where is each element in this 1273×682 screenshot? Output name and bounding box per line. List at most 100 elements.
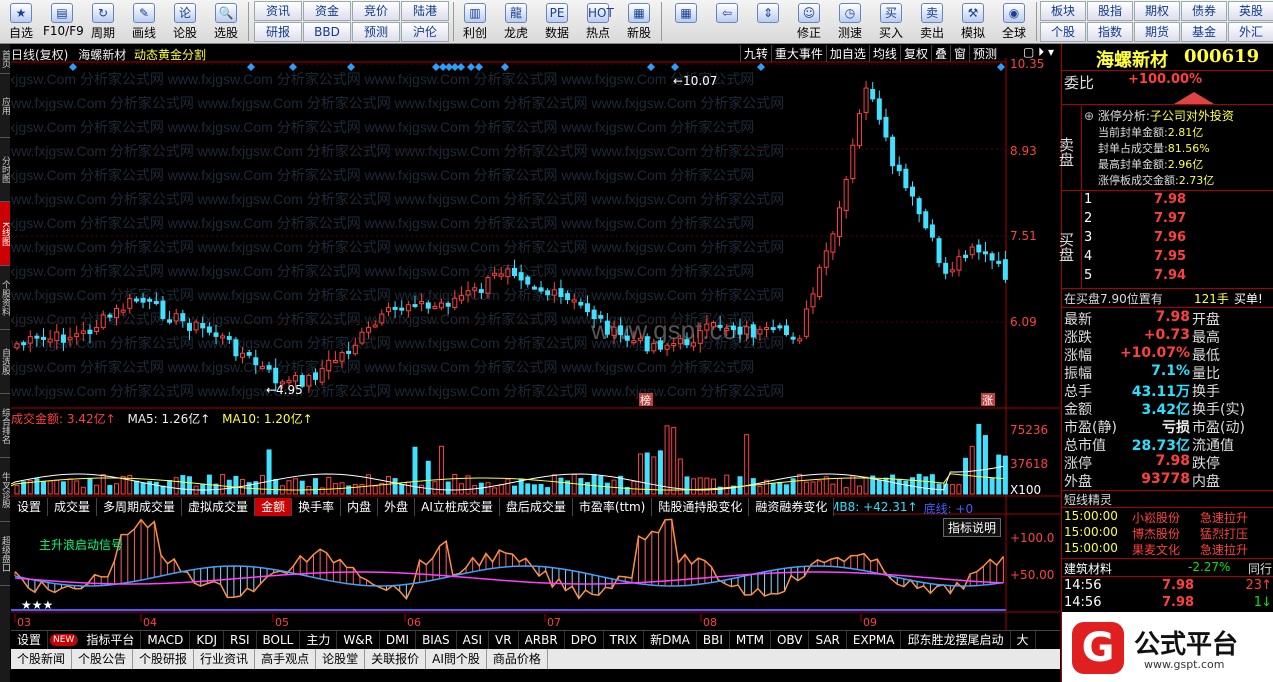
left-tab-8[interactable]: 超级盘口	[0, 522, 10, 586]
indicator-7[interactable]: DMI	[380, 631, 417, 649]
toolbar-c-7[interactable]: ⚒ 模拟	[954, 1, 992, 42]
collapse-arrow-icon[interactable]	[1174, 92, 1214, 104]
toolbar-b-1[interactable]: 龍龙虎	[497, 1, 535, 42]
toolbar-c-6[interactable]: 卖卖出	[913, 1, 951, 42]
subchart-tab-12[interactable]: 融资融券变化	[749, 498, 835, 516]
nav-item-2[interactable]: 个股研报	[133, 649, 195, 669]
toolbar-c-3[interactable]: ☺ 修正	[790, 1, 828, 42]
toolbar-b-4[interactable]: ▦ 新股	[620, 1, 658, 42]
lock-icon[interactable]: ▢	[1023, 45, 1034, 59]
chart-canvas[interactable]: www.fxjgsw.Com 分析家公式网 www.fxjgsw.Com 分析家…	[11, 44, 1060, 630]
back-arrow-button[interactable]: ⇦	[708, 1, 746, 42]
nav-item-4[interactable]: 高手观点	[255, 649, 317, 669]
subchart-tab-1[interactable]: 成交量	[48, 498, 98, 516]
subchart-tab-4[interactable]: 金额	[255, 498, 293, 516]
shortcut-6[interactable]: 预测	[352, 22, 400, 42]
nav-item-7[interactable]: AI問个股	[426, 649, 487, 669]
subchart-tab-2[interactable]: 多周期成交量	[97, 498, 183, 516]
bid-level-1[interactable]: 1 7.98	[1084, 192, 1272, 211]
subchart-tab-0[interactable]: 设置	[11, 498, 49, 516]
toolbar-b-0[interactable]: ▥ 利创	[456, 1, 494, 42]
chart-menu-1[interactable]: 重大事件	[770, 45, 826, 62]
shortcut-1[interactable]: 资金	[303, 1, 351, 21]
indicator-13[interactable]: TRIX	[604, 631, 645, 649]
chart-menu-2[interactable]: 加自选	[825, 45, 869, 62]
left-tab-1[interactable]: 应用	[0, 74, 10, 138]
indicator-10[interactable]: VR	[489, 631, 519, 649]
indicator-21[interactable]: 大	[1011, 631, 1036, 649]
bid-level-4[interactable]: 4 7.95	[1084, 249, 1272, 268]
market-6[interactable]: 指数	[1087, 22, 1133, 42]
left-tab-0[interactable]: 首页	[0, 44, 10, 74]
toolbar-a-1[interactable]: ▤ F10/F9	[43, 1, 84, 42]
indicator-9[interactable]: ASI	[457, 631, 490, 649]
chart-menu-3[interactable]: 均线	[868, 45, 900, 62]
left-tab-7[interactable]: 牛叉诊股	[0, 458, 10, 522]
toolbar-a-5[interactable]: 🔍 选股	[207, 1, 245, 42]
short-row-0[interactable]: 15:00:00 小崧股份 急速拉升	[1062, 509, 1273, 525]
subchart-tab-11[interactable]: 陆股通持股变化	[652, 498, 750, 516]
chart-menu-4[interactable]: 复权	[899, 45, 931, 62]
nav-item-6[interactable]: 关联报价	[365, 649, 427, 669]
market-9[interactable]: 外汇	[1228, 22, 1273, 42]
toolbar-a-2[interactable]: ↻ 周期	[84, 1, 122, 42]
windows-button[interactable]: ▦	[667, 1, 705, 42]
nav-item-5[interactable]: 论股堂	[316, 649, 366, 669]
indicator-18[interactable]: SAR	[809, 631, 847, 649]
indicator-5[interactable]: 主力	[300, 631, 338, 649]
indicator-15[interactable]: BBI	[697, 631, 730, 649]
left-tab-5[interactable]: 自选股	[0, 330, 10, 394]
market-3[interactable]: 债券	[1181, 1, 1227, 21]
subchart-tab-9[interactable]: 盘后成交量	[499, 498, 573, 516]
kline-chart-area[interactable]: www.fxjgsw.Com 分析家公式网 www.fxjgsw.Com 分析家…	[11, 44, 1060, 630]
toolbar-a-3[interactable]: ✎ 画线	[125, 1, 163, 42]
indicator-14[interactable]: 新DMA	[644, 631, 697, 649]
bid-level-2[interactable]: 2 7.97	[1084, 211, 1272, 230]
left-tab-4[interactable]: 个股资料	[0, 266, 10, 330]
toolbar-c-5[interactable]: 买买入	[872, 1, 910, 42]
indicator-20[interactable]: 邱东胜龙摆尾启动	[901, 631, 1011, 649]
subchart-tab-8[interactable]: AI立桩成交量	[415, 498, 500, 516]
indicator-settings[interactable]: 设置	[11, 631, 49, 649]
toolbar-c-4[interactable]: ◷ 测速	[831, 1, 869, 42]
nav-item-1[interactable]: 个股公告	[72, 649, 134, 669]
indicator-help-button[interactable]: 指标说明	[943, 518, 1002, 537]
indicator-11[interactable]: ARBR	[519, 631, 565, 649]
updown-button[interactable]: ⇕	[749, 1, 787, 42]
toolbar-b-2[interactable]: PE 数据	[538, 1, 576, 42]
left-tab-2[interactable]: 分时图	[0, 138, 10, 202]
shortcut-3[interactable]: 陆港	[401, 1, 449, 21]
shortcut-2[interactable]: 竞价	[352, 1, 400, 21]
indicator-2[interactable]: KDJ	[190, 631, 224, 649]
indicator-17[interactable]: OBV	[771, 631, 810, 649]
subchart-tab-5[interactable]: 换手率	[292, 498, 342, 516]
bid-level-3[interactable]: 3 7.96	[1084, 230, 1272, 249]
toolbar-a-4[interactable]: 论论股	[166, 1, 204, 42]
indicator-12[interactable]: DPO	[565, 631, 604, 649]
chart-menu-0[interactable]: 九转	[739, 45, 771, 62]
indicator-0[interactable]: 指标平台	[80, 631, 142, 649]
short-row-2[interactable]: 15:00:00 果麦文化 急速拉升	[1062, 541, 1273, 557]
market-2[interactable]: 期权	[1134, 1, 1180, 21]
toolbar-a-0[interactable]: ★ 自选	[2, 1, 40, 42]
nav-item-3[interactable]: 行业资讯	[194, 649, 256, 669]
indicator-16[interactable]: MTM	[730, 631, 771, 649]
toolbar-b-3[interactable]: HOT 热点	[579, 1, 617, 42]
market-7[interactable]: 期货	[1134, 22, 1180, 42]
next-icon[interactable]: ⏵	[1038, 45, 1044, 59]
shortcut-4[interactable]: 研报	[254, 22, 302, 42]
left-tab-6[interactable]: 综合排名	[0, 394, 10, 458]
shortcut-5[interactable]: BBD	[303, 22, 351, 42]
shortcut-0[interactable]: 资讯	[254, 1, 302, 21]
chart-menu-5[interactable]: 叠	[930, 45, 950, 62]
subchart-tab-7[interactable]: 外盘	[378, 498, 416, 516]
dropdown-icon[interactable]: ▾	[1048, 45, 1054, 59]
chart-menu-6[interactable]: 窗	[949, 45, 969, 62]
chart-menu-7[interactable]: 预测	[968, 45, 1000, 62]
market-4[interactable]: 英股	[1228, 1, 1273, 21]
subchart-tab-6[interactable]: 内盘	[341, 498, 379, 516]
bid-level-5[interactable]: 5 7.94	[1084, 268, 1272, 287]
market-1[interactable]: 股指	[1087, 1, 1133, 21]
toolbar-c-8[interactable]: ◉ 全球	[995, 1, 1033, 42]
left-tab-3[interactable]: K线图	[0, 202, 10, 266]
